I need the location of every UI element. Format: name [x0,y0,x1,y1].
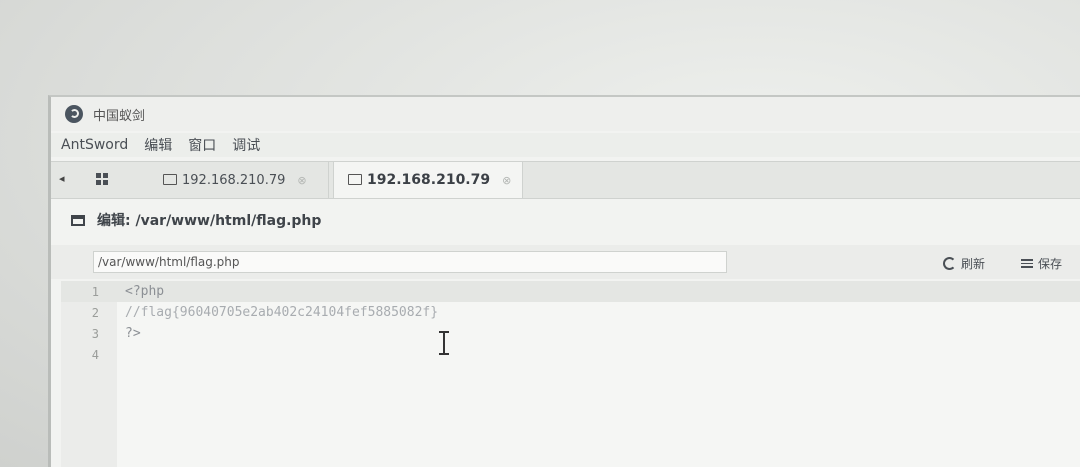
code-text: <?php [125,284,165,299]
line-number: 2 [91,305,99,320]
save-label: 保存 [1038,257,1063,271]
tab-scroll-left-icon[interactable]: ◂ [59,172,65,185]
tab-host-1[interactable]: 192.168.210.79 ⊗ [149,162,329,198]
tab-label: 192.168.210.79 [182,172,286,188]
folder-icon [163,173,177,185]
code-editor[interactable]: 1 <?php 2 //flag{96040705e2ab402c24104fe… [61,281,1080,467]
editor-panel-header: 编辑: /var/www/html/flag.php [51,203,1080,237]
menu-debug[interactable]: 调试 [232,135,260,155]
menu-bar: AntSword 编辑 窗口 调试 [51,133,1080,157]
save-button[interactable]: 保存 [1021,255,1062,272]
text-cursor-icon [438,330,450,356]
menu-window[interactable]: 窗口 [188,135,216,155]
title-bar: 中国蚁剑 [51,97,1080,131]
editor-toolbar: 刷新 保存 [51,245,1080,279]
code-line[interactable]: 4 [61,344,1080,365]
refresh-icon [943,257,956,270]
tab-close-icon[interactable]: ⊗ [502,174,511,187]
code-text: ?> [125,326,141,341]
antsword-window: 中国蚁剑 AntSword 编辑 窗口 调试 ◂ 192.168.210.79 … [48,95,1080,467]
tab-bar: ◂ 192.168.210.79 ⊗ 192.168.210.79 ⊗ [51,161,1080,199]
line-number: 1 [91,284,99,299]
window-title: 中国蚁剑 [93,108,146,124]
antsword-logo-icon [65,105,83,123]
line-number: 4 [91,347,99,362]
grid-home-icon[interactable] [91,168,115,190]
window-icon [71,214,85,226]
panel-title: 编辑: /var/www/html/flag.php [97,213,322,229]
line-number: 3 [91,326,99,341]
code-text: //flag{96040705e2ab402c24104fef5885082f} [125,305,439,320]
tab-label: 192.168.210.79 [367,172,491,188]
refresh-button[interactable]: 刷新 [943,255,985,272]
file-path-input[interactable] [93,251,727,273]
save-icon [1021,259,1033,268]
menu-edit[interactable]: 编辑 [144,135,172,155]
code-line[interactable]: 1 <?php [61,281,1080,302]
tab-close-icon[interactable]: ⊗ [297,174,306,187]
menu-antsword[interactable]: AntSword [61,137,128,153]
code-line[interactable]: 2 //flag{96040705e2ab402c24104fef5885082… [61,302,1080,323]
folder-icon [348,173,362,185]
tab-host-2-active[interactable]: 192.168.210.79 ⊗ [333,162,523,198]
code-line[interactable]: 3 ?> [61,323,1080,344]
refresh-label: 刷新 [961,257,986,271]
